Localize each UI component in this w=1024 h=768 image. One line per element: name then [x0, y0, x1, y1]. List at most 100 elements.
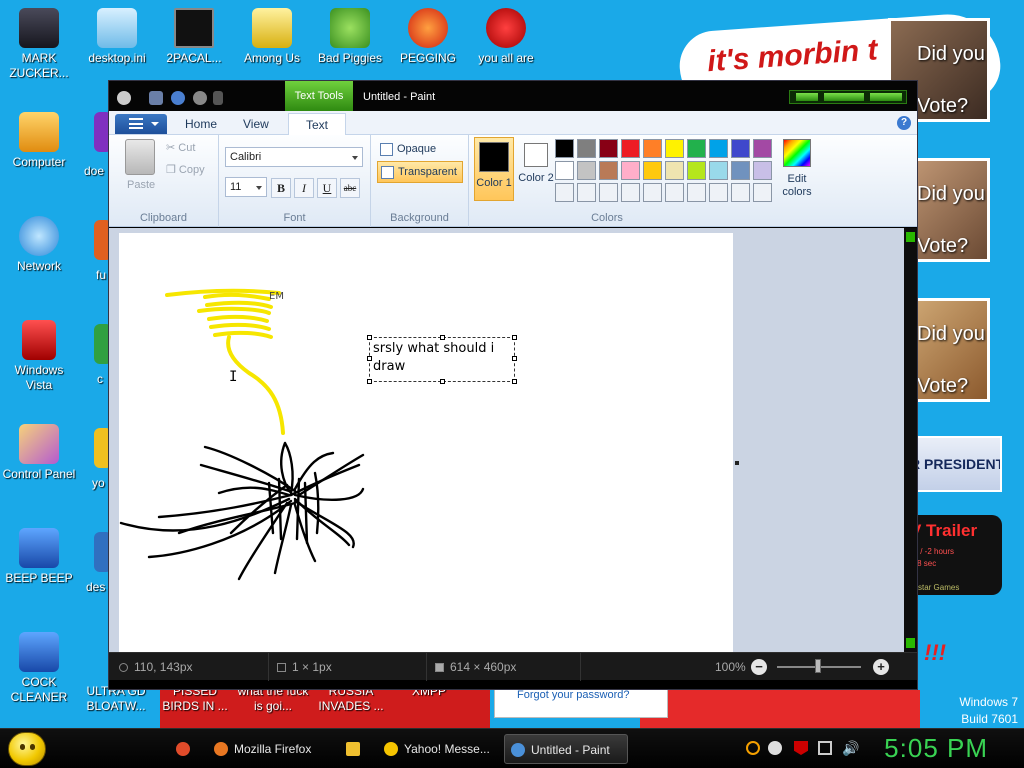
palette-swatch[interactable]: [599, 183, 618, 202]
paste-icon[interactable]: [125, 139, 155, 175]
scroll-up-button[interactable]: [906, 232, 915, 242]
taskbar-item-paint[interactable]: Untitled - Paint: [504, 734, 628, 764]
opaque-option[interactable]: Opaque: [377, 139, 467, 161]
tab-view[interactable]: View: [243, 117, 269, 131]
desktop-icon-network[interactable]: Network: [0, 216, 78, 274]
paste-button[interactable]: Paste: [127, 179, 155, 191]
resize-handle[interactable]: [512, 335, 517, 340]
palette-swatch[interactable]: [753, 183, 772, 202]
maximize-button[interactable]: [824, 93, 864, 101]
desktop-icon-2pacal[interactable]: 2PACAL...: [155, 8, 233, 66]
forgot-password-link[interactable]: Forgot your password?: [517, 689, 630, 701]
edit-colors-button[interactable]: Edit colors: [779, 139, 815, 199]
desktop-icon-bad-piggies[interactable]: Bad Piggies: [311, 8, 389, 66]
palette-swatch[interactable]: [643, 139, 662, 158]
palette-swatch[interactable]: [753, 139, 772, 158]
desktop-icon-you-all-are[interactable]: you all are: [467, 8, 545, 66]
taskbar-item-explorer[interactable]: [340, 734, 374, 764]
palette-swatch[interactable]: [753, 161, 772, 180]
palette-swatch[interactable]: [555, 161, 574, 180]
resize-handle[interactable]: [512, 379, 517, 384]
text-input-box[interactable]: srsly what should i draw: [367, 335, 517, 384]
taskbar-item-chrome[interactable]: [170, 734, 204, 764]
paint-app-icon[interactable]: [117, 91, 131, 105]
font-size-select[interactable]: 11: [225, 177, 267, 197]
underline-button[interactable]: U: [317, 178, 337, 198]
resize-handle[interactable]: [367, 356, 372, 361]
palette-swatch[interactable]: [709, 161, 728, 180]
color2-button[interactable]: Color 2: [516, 137, 556, 201]
palette-swatch[interactable]: [621, 161, 640, 180]
title-bar[interactable]: Text Tools Untitled - Paint: [109, 81, 917, 111]
clock[interactable]: 5:05 PM: [884, 733, 988, 764]
palette-swatch[interactable]: [599, 161, 618, 180]
palette-swatch[interactable]: [577, 139, 596, 158]
palette-swatch[interactable]: [731, 161, 750, 180]
tray-minus-icon[interactable]: [768, 741, 782, 755]
copy-button[interactable]: ❐ Copy: [166, 163, 205, 176]
zoom-slider-thumb[interactable]: [815, 659, 821, 673]
resize-handle[interactable]: [440, 379, 445, 384]
scroll-down-button[interactable]: [906, 638, 915, 648]
cut-button[interactable]: ✂ Cut: [166, 141, 195, 154]
zoom-out-button[interactable]: −: [751, 659, 767, 675]
redo-icon[interactable]: [193, 91, 207, 105]
resize-handle[interactable]: [367, 379, 372, 384]
tab-home[interactable]: Home: [185, 117, 217, 131]
desktop-icon-cock-cleaner[interactable]: COCK CLEANER: [0, 632, 78, 705]
palette-swatch[interactable]: [555, 139, 574, 158]
desktop-icon-mark-zucker[interactable]: MARK ZUCKER...: [0, 8, 78, 81]
undo-icon[interactable]: [171, 91, 185, 105]
minimize-button[interactable]: [796, 93, 818, 101]
zoom-in-button[interactable]: +: [873, 659, 889, 675]
desktop-icon-control-panel[interactable]: Control Panel: [0, 424, 78, 482]
chevron-down-icon[interactable]: [213, 91, 223, 105]
resize-handle[interactable]: [512, 356, 517, 361]
palette-swatch[interactable]: [555, 183, 574, 202]
palette-swatch[interactable]: [731, 139, 750, 158]
palette-swatch[interactable]: [665, 161, 684, 180]
palette-swatch[interactable]: [643, 161, 662, 180]
palette-swatch[interactable]: [577, 183, 596, 202]
desktop-icon-desktop-ini[interactable]: desktop.ini: [78, 8, 156, 66]
paint-menu-button[interactable]: [115, 114, 167, 134]
start-button[interactable]: [8, 732, 46, 766]
save-icon[interactable]: [149, 91, 163, 105]
palette-swatch[interactable]: [687, 161, 706, 180]
palette-swatch[interactable]: [687, 139, 706, 158]
drawing-canvas[interactable]: EM srsly what should i draw I: [119, 233, 733, 653]
desktop-icon-among-us[interactable]: Among Us: [233, 8, 311, 66]
desktop-icon-beep-beep[interactable]: BEEP BEEP: [0, 528, 78, 586]
desktop-icon-windows-vista[interactable]: Windows Vista: [0, 320, 78, 393]
palette-swatch[interactable]: [599, 139, 618, 158]
italic-button[interactable]: I: [294, 178, 314, 198]
palette-swatch[interactable]: [577, 161, 596, 180]
resize-handle[interactable]: [440, 335, 445, 340]
palette-swatch[interactable]: [709, 139, 728, 158]
volume-icon[interactable]: 🔊: [842, 741, 859, 757]
desktop-icon-computer[interactable]: Computer: [0, 112, 78, 170]
palette-swatch[interactable]: [731, 183, 750, 202]
palette-swatch[interactable]: [665, 183, 684, 202]
network-tray-icon[interactable]: [818, 741, 832, 755]
close-button[interactable]: [870, 93, 902, 101]
canvas-resize-handle[interactable]: [735, 461, 739, 465]
palette-swatch[interactable]: [709, 183, 728, 202]
help-icon[interactable]: ?: [897, 116, 911, 130]
palette-swatch[interactable]: [621, 183, 640, 202]
desktop-icon-pegging[interactable]: PEGGING: [389, 8, 467, 66]
taskbar-item-yahoo-messenger[interactable]: Yahoo! Messe...: [378, 734, 498, 764]
color1-button[interactable]: Color 1: [474, 137, 514, 201]
palette-swatch[interactable]: [665, 139, 684, 158]
palette-swatch[interactable]: [643, 183, 662, 202]
palette-swatch[interactable]: [687, 183, 706, 202]
search-icon[interactable]: [746, 741, 760, 755]
resize-handle[interactable]: [367, 335, 372, 340]
strikethrough-button[interactable]: abc: [340, 178, 360, 198]
bold-button[interactable]: B: [271, 178, 291, 198]
taskbar-item-firefox[interactable]: Mozilla Firefox: [208, 734, 338, 764]
transparent-option[interactable]: Transparent: [377, 161, 463, 183]
action-center-flag-icon[interactable]: [794, 741, 808, 755]
font-family-select[interactable]: Calibri: [225, 147, 363, 167]
palette-swatch[interactable]: [621, 139, 640, 158]
